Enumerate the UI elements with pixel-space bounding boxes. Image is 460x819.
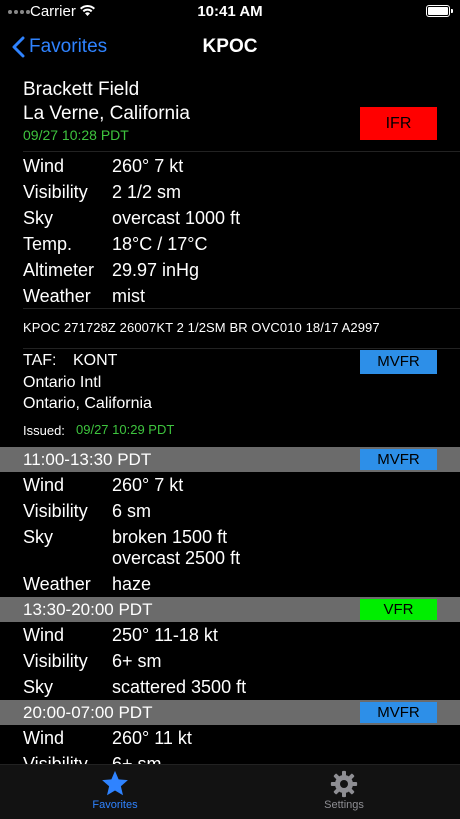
forecast-label-wind: Wind xyxy=(23,475,65,495)
forecast-value-sky-2: overcast 2500 ft xyxy=(112,548,241,568)
forecast-value-visibility: 6+ sm xyxy=(112,651,162,671)
divider xyxy=(23,308,460,309)
metar-label-wind: Wind xyxy=(23,156,65,176)
taf-issued-label: Issued: xyxy=(23,423,65,438)
metar-value-temp: 18°C / 17°C xyxy=(112,234,208,254)
forecast-value-wind: 250° 11-18 kt xyxy=(112,625,218,645)
taf-label: TAF: xyxy=(23,352,57,369)
station-name: Brackett Field xyxy=(23,79,140,100)
forecast-period-header: 11:00-13:30 PDT MVFR xyxy=(0,447,460,472)
forecast-label-sky: Sky xyxy=(23,527,54,547)
forecast-period-time: 11:00-13:30 PDT xyxy=(23,450,152,469)
tab-label: Settings xyxy=(324,799,364,811)
forecast-label-sky: Sky xyxy=(23,677,54,697)
metar-value-visibility: 2 1/2 sm xyxy=(112,182,182,202)
forecast-label-wind: Wind xyxy=(23,625,65,645)
forecast-value-wind: 260° 7 kt xyxy=(112,475,184,495)
clock: 10:41 AM xyxy=(197,3,263,20)
forecast-value-visibility: 6 sm xyxy=(112,501,152,521)
forecast-category-badge: MVFR xyxy=(360,702,437,723)
forecast-label-wind: Wind xyxy=(23,728,65,748)
metar-label-altimeter: Altimeter xyxy=(23,260,95,280)
taf-category-badge: MVFR xyxy=(360,350,437,374)
forecast-value-wind: 260° 11 kt xyxy=(112,728,192,748)
forecast-period-header: 20:00-07:00 PDT MVFR xyxy=(0,700,460,725)
battery-icon xyxy=(426,5,453,17)
status-bar: Carrier 10:41 AM xyxy=(0,0,460,24)
tab-bar: Favorites Settings xyxy=(0,764,460,819)
metar-label-visibility: Visibility xyxy=(23,182,88,202)
forecast-label-visibility: Visibility xyxy=(23,501,88,521)
tab-favorites[interactable]: Favorites xyxy=(55,769,175,811)
tab-label: Favorites xyxy=(92,799,138,811)
taf-station-id: KONT xyxy=(73,352,118,369)
metar-label-sky: Sky xyxy=(23,208,54,228)
forecast-period-time: 20:00-07:00 PDT xyxy=(23,703,153,722)
navigation-bar: Favorites KPOC xyxy=(0,24,460,70)
raw-metar-text: KPOC 271728Z 26007KT 2 1/2SM BR OVC010 1… xyxy=(23,320,380,335)
divider xyxy=(23,348,460,349)
taf-station-location: Ontario, California xyxy=(23,395,152,412)
flight-category-badge: IFR xyxy=(360,107,437,140)
forecast-value-sky: scattered 3500 ft xyxy=(112,677,247,697)
page-title: KPOC xyxy=(202,36,258,57)
station-location: La Verne, California xyxy=(23,103,190,124)
gear-icon xyxy=(330,770,358,798)
forecast-label-weather: Weather xyxy=(23,574,91,594)
metar-value-sky: overcast 1000 ft xyxy=(112,208,241,228)
divider xyxy=(23,151,460,152)
forecast-period-time: 13:30-20:00 PDT xyxy=(23,600,153,619)
forecast-value-sky: broken 1500 ft xyxy=(112,527,228,547)
forecast-category-badge: VFR xyxy=(360,599,437,620)
observation-timestamp: 09/27 10:28 PDT xyxy=(23,127,129,143)
metar-value-wind: 260° 7 kt xyxy=(112,156,184,176)
metar-value-weather: mist xyxy=(112,286,145,306)
taf-station-name: Ontario Intl xyxy=(23,374,102,391)
star-icon xyxy=(102,770,128,796)
forecast-value-weather: haze xyxy=(112,574,152,594)
metar-value-altimeter: 29.97 inHg xyxy=(112,260,200,280)
metar-label-temp: Temp. xyxy=(23,234,73,254)
metar-label-weather: Weather xyxy=(23,286,91,306)
taf-issued-time: 09/27 10:29 PDT xyxy=(76,422,175,437)
forecast-period-header: 13:30-20:00 PDT VFR xyxy=(0,597,460,622)
forecast-category-badge: MVFR xyxy=(360,449,437,470)
forecast-label-visibility: Visibility xyxy=(23,651,88,671)
tab-settings[interactable]: Settings xyxy=(284,769,404,811)
